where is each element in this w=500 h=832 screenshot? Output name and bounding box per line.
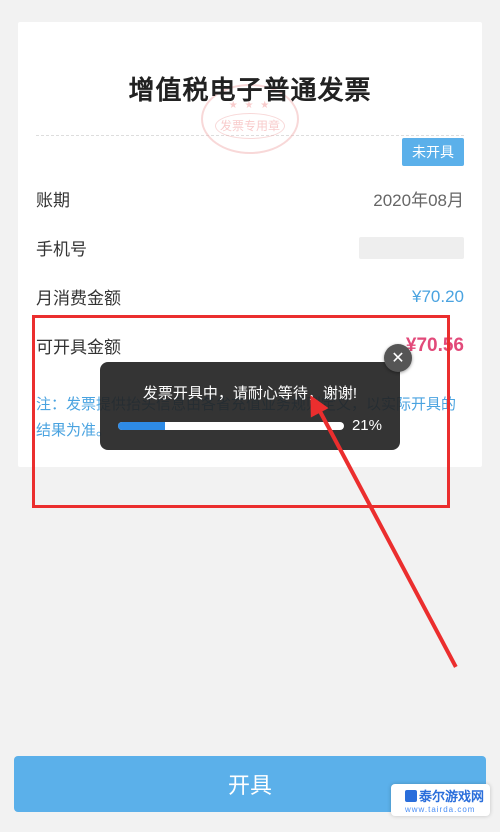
period-label: 账期 [36,186,70,211]
row-phone: 手机号 [36,223,464,272]
submit-label: 开具 [228,768,272,800]
page-title: 增值税电子普通发票 [36,70,464,107]
month-value: ¥70.20 [412,287,464,307]
watermark-logo-icon [405,790,417,802]
progress-wrap: 21% [118,417,382,434]
stamp-inner: 发票专用章 [215,113,285,139]
phone-masked-value [359,237,464,259]
toast-close-button[interactable]: ✕ [384,344,412,372]
progress-fill [118,422,165,430]
progress-bar [118,422,344,430]
stamp-text: 发票专用章 [220,117,280,134]
month-label: 月消费金额 [36,284,121,309]
avail-label: 可开具金额 [36,333,121,358]
row-month-amount: 月消费金额 ¥70.20 [36,272,464,321]
status-badge: 未开具 [402,138,464,166]
progress-percent: 21% [352,417,382,434]
watermark-main: 泰尔游戏网 [419,789,484,804]
close-icon: ✕ [391,348,404,368]
watermark: 泰尔游戏网 www.tairda.com [391,784,490,816]
avail-value: ¥70.56 [406,335,464,357]
phone-label: 手机号 [36,235,87,260]
toast-message: 发票开具中，请耐心等待，谢谢! [118,382,382,403]
row-period: 账期 2020年08月 [36,174,464,223]
period-value: 2020年08月 [373,186,464,211]
progress-toast: ✕ 发票开具中，请耐心等待，谢谢! 21% [100,362,400,450]
